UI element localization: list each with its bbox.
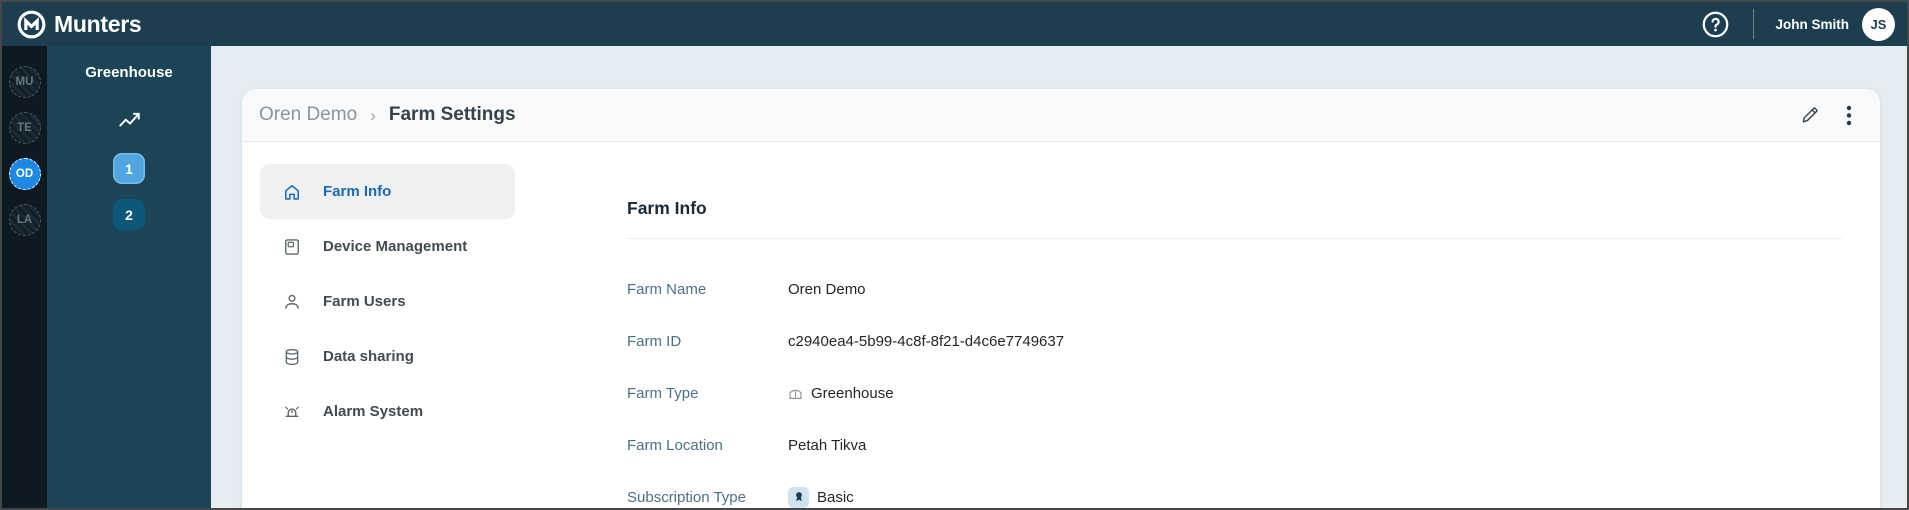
- monitoring-chart-icon[interactable]: [116, 106, 142, 132]
- breadcrumb-farm-link[interactable]: Oren Demo: [259, 104, 357, 126]
- nav-item-label: Farm Users: [323, 293, 406, 310]
- field-row-farm-id: Farm ID c2940ea4-5b99-4c8f-8f21-d4c6e774…: [627, 315, 1842, 367]
- greenhouse-icon: [788, 386, 803, 401]
- header-right-cluster: John Smith JS: [1702, 7, 1895, 41]
- device-icon: [282, 237, 302, 257]
- field-row-farm-name: Farm Name Oren Demo: [627, 263, 1842, 315]
- section-divider: [627, 238, 1842, 239]
- more-options-kebab-icon[interactable]: [1846, 105, 1852, 126]
- munters-logo-icon: [17, 10, 46, 39]
- farm-avatar-od-selected[interactable]: OD: [8, 158, 41, 190]
- field-row-farm-location: Farm Location Petah Tikva: [627, 419, 1842, 471]
- farm-info-section: Farm Info Farm Name Oren Demo Farm ID c2…: [627, 142, 1842, 508]
- nav-item-farm-users[interactable]: Farm Users: [260, 274, 515, 329]
- field-label: Farm Location: [627, 436, 723, 454]
- field-label: Farm Name: [627, 280, 707, 298]
- help-icon[interactable]: [1702, 11, 1729, 38]
- nav-item-label: Alarm System: [323, 403, 424, 420]
- nav-item-farm-info[interactable]: Farm Info: [260, 164, 515, 219]
- card-body: Farm Info Device Management Farm Users D…: [242, 142, 1880, 508]
- top-header-bar: Munters John Smith JS: [2, 2, 1907, 46]
- farm-avatar-te[interactable]: TE: [8, 112, 41, 144]
- home-icon: [282, 182, 302, 202]
- house-button-2[interactable]: 2: [113, 199, 145, 230]
- header-divider: [1752, 9, 1754, 39]
- nav-item-label: Device Management: [323, 238, 468, 255]
- app-window: Munters John Smith JS MU TE OD LA Greenh…: [0, 0, 1909, 510]
- breadcrumb: Oren Demo › Farm Settings: [259, 104, 516, 126]
- field-label: Subscription Type: [627, 488, 746, 506]
- farm-avatar-la[interactable]: LA: [8, 204, 41, 236]
- user-initials: JS: [1870, 16, 1887, 32]
- nav-item-alarm-system[interactable]: Alarm System: [260, 384, 515, 439]
- nav-item-device-management[interactable]: Device Management: [260, 219, 515, 274]
- database-icon: [282, 347, 302, 367]
- nav-item-label: Data sharing: [323, 348, 414, 365]
- field-value: Petah Tikva: [788, 436, 867, 454]
- farm-settings-card: Oren Demo › Farm Settings Farm Info Devi…: [242, 89, 1880, 508]
- subscription-badge-icon: [788, 486, 809, 508]
- brand-name: Munters: [54, 10, 142, 37]
- field-value: Basic: [817, 488, 854, 506]
- card-header: Oren Demo › Farm Settings: [242, 89, 1880, 142]
- main-area: Oren Demo › Farm Settings Farm Info Devi…: [211, 46, 1907, 508]
- farm-rail: MU TE OD LA: [2, 46, 47, 508]
- page-title: Farm Settings: [388, 104, 516, 125]
- sidebar-title: Greenhouse: [85, 64, 173, 81]
- field-label: Farm Type: [627, 384, 699, 402]
- header-actions: [1800, 105, 1852, 126]
- field-value: Oren Demo: [788, 280, 866, 298]
- person-icon: [282, 292, 302, 312]
- breadcrumb-separator-icon: ›: [370, 105, 376, 125]
- farm-avatar-mu[interactable]: MU: [8, 66, 41, 98]
- nav-item-label: Farm Info: [323, 183, 392, 200]
- settings-nav: Farm Info Device Management Farm Users D…: [242, 142, 627, 508]
- field-row-subscription-type: Subscription Type Basic: [627, 471, 1842, 508]
- section-title: Farm Info: [627, 198, 707, 218]
- field-label: Farm ID: [627, 332, 682, 350]
- field-row-farm-type: Farm Type Greenhouse: [627, 367, 1842, 419]
- user-name: John Smith: [1775, 16, 1850, 32]
- brand: Munters: [17, 10, 142, 39]
- edit-pencil-icon[interactable]: [1800, 105, 1820, 125]
- alarm-icon: [282, 402, 302, 422]
- greenhouse-sidebar: Greenhouse 1 2: [47, 46, 211, 508]
- field-value: Greenhouse: [811, 384, 894, 402]
- nav-item-data-sharing[interactable]: Data sharing: [260, 329, 515, 384]
- field-value: c2940ea4-5b99-4c8f-8f21-d4c6e7749637: [788, 332, 1065, 350]
- user-avatar[interactable]: JS: [1862, 7, 1895, 41]
- house-button-1[interactable]: 1: [113, 153, 145, 184]
